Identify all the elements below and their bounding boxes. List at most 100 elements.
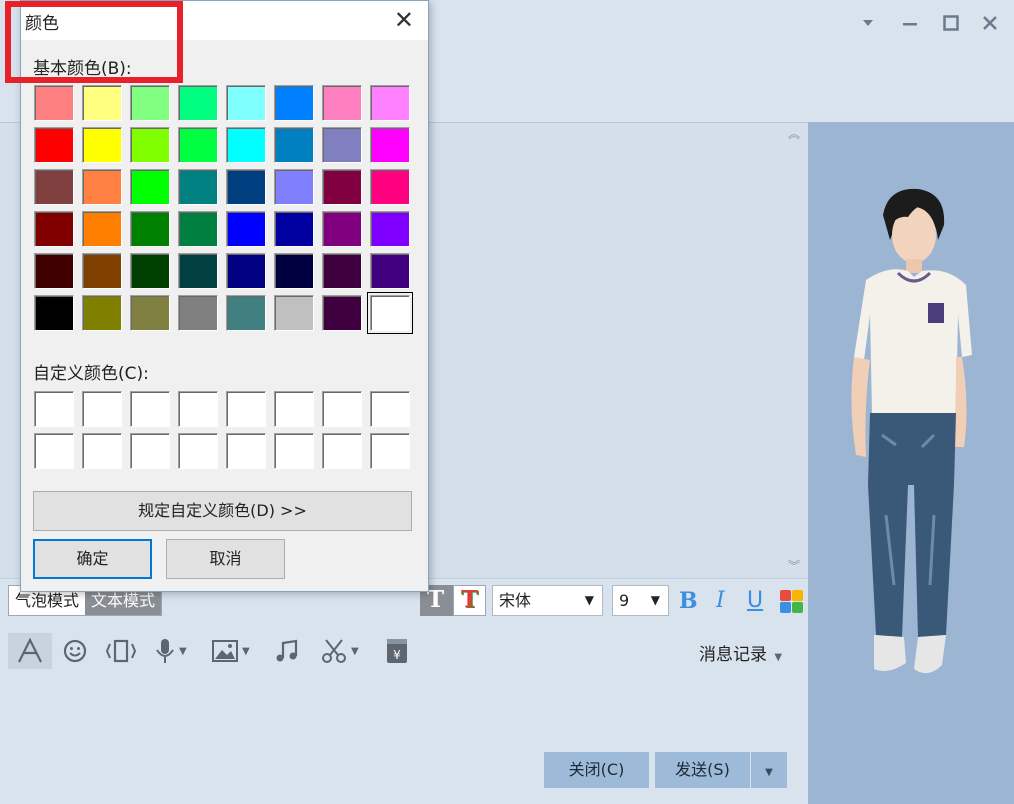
- text-color-button[interactable]: T: [453, 585, 486, 616]
- music-icon[interactable]: [275, 633, 299, 669]
- custom-color-swatch[interactable]: [274, 433, 314, 469]
- image-icon[interactable]: ▼: [212, 633, 250, 669]
- italic-button[interactable]: I: [716, 588, 725, 613]
- basic-color-swatch[interactable]: [130, 85, 170, 121]
- basic-color-swatch[interactable]: [130, 211, 170, 247]
- chevron-down-icon: ▼: [765, 767, 773, 778]
- underline-button[interactable]: U: [747, 588, 763, 613]
- basic-color-swatch[interactable]: [82, 169, 122, 205]
- basic-color-swatch[interactable]: [370, 253, 410, 289]
- dropdown-icon[interactable]: [855, 10, 881, 36]
- basic-color-swatch[interactable]: [178, 211, 218, 247]
- basic-color-swatch[interactable]: [34, 85, 74, 121]
- custom-color-swatch[interactable]: [226, 433, 266, 469]
- basic-color-swatch[interactable]: [274, 253, 314, 289]
- basic-color-swatch[interactable]: [274, 169, 314, 205]
- chevron-down-icon[interactable]: ▼: [242, 646, 250, 657]
- basic-color-swatch[interactable]: [274, 295, 314, 331]
- basic-color-swatch[interactable]: [226, 295, 266, 331]
- color-palette-icon[interactable]: [780, 590, 803, 613]
- basic-color-swatch[interactable]: [34, 211, 74, 247]
- cancel-button[interactable]: 取消: [166, 539, 285, 579]
- custom-color-swatch[interactable]: [130, 433, 170, 469]
- basic-color-swatch[interactable]: [130, 169, 170, 205]
- screenshot-icon[interactable]: ▼: [321, 633, 359, 669]
- basic-colors-grid: [34, 85, 413, 334]
- custom-color-swatch[interactable]: [322, 433, 362, 469]
- basic-color-swatch[interactable]: [130, 295, 170, 331]
- basic-color-swatch[interactable]: [82, 295, 122, 331]
- scroll-down-icon[interactable]: ︾: [788, 557, 800, 574]
- custom-color-swatch[interactable]: [34, 433, 74, 469]
- bold-button[interactable]: B: [679, 588, 698, 614]
- send-options-button[interactable]: ▼: [751, 752, 787, 788]
- dialog-close-icon[interactable]: ✕: [394, 7, 414, 33]
- basic-color-swatch[interactable]: [226, 253, 266, 289]
- close-icon[interactable]: [977, 10, 1003, 36]
- basic-color-swatch[interactable]: [226, 211, 266, 247]
- basic-color-swatch[interactable]: [82, 253, 122, 289]
- custom-color-swatch[interactable]: [130, 391, 170, 427]
- custom-color-swatch[interactable]: [82, 433, 122, 469]
- send-button[interactable]: 发送(S): [655, 752, 750, 788]
- basic-color-swatch[interactable]: [370, 169, 410, 205]
- shake-icon[interactable]: [104, 633, 138, 669]
- basic-color-swatch[interactable]: [226, 127, 266, 163]
- custom-color-swatch[interactable]: [322, 391, 362, 427]
- chevron-down-icon[interactable]: ▼: [351, 646, 359, 657]
- define-custom-colors-button[interactable]: 规定自定义颜色(D) >>: [33, 491, 412, 531]
- basic-color-swatch[interactable]: [322, 295, 362, 331]
- custom-color-swatch[interactable]: [178, 433, 218, 469]
- scroll-up-icon[interactable]: ︽: [788, 125, 800, 142]
- custom-color-swatch[interactable]: [34, 391, 74, 427]
- dialog-titlebar[interactable]: 颜色 ✕: [21, 1, 428, 40]
- basic-color-swatch[interactable]: [130, 253, 170, 289]
- basic-color-swatch[interactable]: [322, 85, 362, 121]
- basic-color-swatch[interactable]: [34, 253, 74, 289]
- font-name-select[interactable]: 宋体 ▼: [492, 585, 603, 616]
- font-size-select[interactable]: 9 ▼: [612, 585, 669, 616]
- basic-color-swatch[interactable]: [178, 295, 218, 331]
- basic-color-swatch[interactable]: [370, 211, 410, 247]
- basic-color-swatch[interactable]: [370, 85, 410, 121]
- font-tool-icon[interactable]: [8, 633, 52, 669]
- basic-color-swatch[interactable]: [226, 85, 266, 121]
- custom-color-swatch[interactable]: [370, 391, 410, 427]
- custom-color-swatch[interactable]: [274, 391, 314, 427]
- basic-color-swatch[interactable]: [370, 127, 410, 163]
- minimize-icon[interactable]: [897, 10, 923, 36]
- custom-color-swatch[interactable]: [82, 391, 122, 427]
- basic-color-swatch[interactable]: [322, 127, 362, 163]
- basic-color-swatch[interactable]: [82, 127, 122, 163]
- chevron-down-icon[interactable]: ▼: [179, 646, 187, 657]
- basic-color-swatch[interactable]: [82, 85, 122, 121]
- basic-color-swatch[interactable]: [322, 253, 362, 289]
- basic-color-swatch[interactable]: [322, 211, 362, 247]
- basic-color-swatch[interactable]: [178, 127, 218, 163]
- basic-color-swatch[interactable]: [178, 169, 218, 205]
- basic-color-swatch[interactable]: [130, 127, 170, 163]
- message-history-button[interactable]: 消息记录 ▼: [699, 640, 782, 665]
- message-history-label: 消息记录: [699, 645, 767, 665]
- custom-color-swatch[interactable]: [226, 391, 266, 427]
- basic-color-swatch[interactable]: [322, 169, 362, 205]
- basic-color-swatch[interactable]: [367, 292, 413, 334]
- basic-color-swatch[interactable]: [34, 127, 74, 163]
- maximize-icon[interactable]: [938, 10, 964, 36]
- basic-color-swatch[interactable]: [178, 253, 218, 289]
- custom-color-swatch[interactable]: [370, 433, 410, 469]
- basic-color-swatch[interactable]: [274, 127, 314, 163]
- basic-color-swatch[interactable]: [178, 85, 218, 121]
- voice-icon[interactable]: ▼: [155, 633, 187, 669]
- basic-color-swatch[interactable]: [82, 211, 122, 247]
- close-chat-button[interactable]: 关闭(C): [544, 752, 649, 788]
- custom-color-swatch[interactable]: [178, 391, 218, 427]
- basic-color-swatch[interactable]: [34, 295, 74, 331]
- emoji-icon[interactable]: [63, 633, 87, 669]
- ok-button[interactable]: 确定: [33, 539, 152, 579]
- basic-color-swatch[interactable]: [226, 169, 266, 205]
- red-packet-icon[interactable]: ¥: [386, 633, 408, 669]
- basic-color-swatch[interactable]: [34, 169, 74, 205]
- basic-color-swatch[interactable]: [274, 211, 314, 247]
- basic-color-swatch[interactable]: [274, 85, 314, 121]
